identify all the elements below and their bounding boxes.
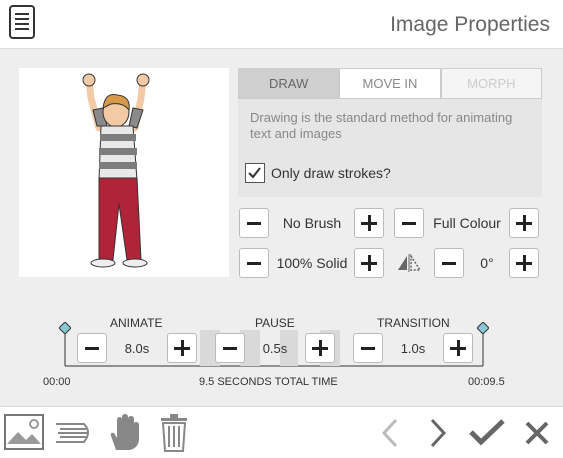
timeline-start-handle[interactable]: [59, 322, 71, 334]
image-preview: [19, 68, 229, 277]
timeline-end-handle[interactable]: [477, 322, 489, 334]
text-lines-icon[interactable]: [54, 418, 94, 448]
plus-icon: [312, 340, 328, 356]
image-icon[interactable]: [4, 414, 44, 450]
plus-icon: [516, 215, 532, 231]
plus-icon: [450, 340, 466, 356]
minus-icon: [247, 221, 261, 225]
forward-arrow-icon[interactable]: [428, 418, 448, 448]
brush-increase-button[interactable]: [354, 208, 384, 238]
transition-value: 1.0s: [400, 341, 426, 356]
only-draw-strokes-label: Only draw strokes?: [271, 165, 391, 181]
rotation-decrease-button[interactable]: [434, 248, 464, 278]
back-arrow-icon[interactable]: [380, 418, 400, 448]
tab-move-in[interactable]: MOVE IN: [339, 68, 441, 99]
opacity-value: 100% Solid: [276, 255, 348, 271]
colour-increase-button[interactable]: [509, 208, 539, 238]
tab-draw[interactable]: DRAW: [238, 68, 340, 99]
opacity-decrease-button[interactable]: [239, 248, 269, 278]
timeline-start-time: 00:00: [43, 376, 71, 388]
minus-icon: [402, 221, 416, 225]
method-description: Drawing is the standard method for anima…: [250, 110, 513, 141]
only-draw-strokes-checkbox[interactable]: [245, 163, 265, 183]
transition-decrease-button[interactable]: [353, 333, 383, 363]
colour-value: Full Colour: [433, 215, 501, 231]
trash-icon[interactable]: [160, 414, 188, 452]
animate-label: ANIMATE: [110, 316, 163, 330]
transition-increase-button[interactable]: [443, 333, 473, 363]
pause-increase-button[interactable]: [305, 333, 335, 363]
transition-label: TRANSITION: [377, 316, 450, 330]
tab-morph: MORPH: [440, 68, 542, 99]
animate-decrease-button[interactable]: [77, 333, 107, 363]
menu-icon[interactable]: [9, 5, 35, 39]
header-bar: Image Properties: [0, 0, 563, 49]
plus-icon: [361, 255, 377, 271]
brush-value: No Brush: [282, 215, 342, 231]
plus-icon: [174, 340, 190, 356]
close-icon[interactable]: [524, 420, 550, 446]
pause-label: PAUSE: [255, 316, 295, 330]
colour-decrease-button[interactable]: [394, 208, 424, 238]
minus-icon: [442, 261, 456, 265]
page-title: Image Properties: [390, 13, 550, 36]
confirm-check-icon[interactable]: [469, 418, 505, 446]
animate-increase-button[interactable]: [167, 333, 197, 363]
minus-icon: [247, 261, 261, 265]
plus-icon: [516, 255, 532, 271]
minus-icon: [85, 346, 99, 350]
total-time-label: 9.5 SECONDS TOTAL TIME: [199, 376, 338, 388]
checkmark-icon: [248, 167, 261, 179]
animate-value: 8.0s: [124, 341, 150, 356]
plus-icon: [361, 215, 377, 231]
minus-icon: [361, 346, 375, 350]
rotation-value: 0°: [480, 255, 494, 271]
pause-decrease-button[interactable]: [215, 333, 245, 363]
pause-value: 0.5s: [262, 341, 288, 356]
hand-icon[interactable]: [108, 414, 140, 452]
flip-icon[interactable]: [396, 253, 422, 272]
rotation-increase-button[interactable]: [509, 248, 539, 278]
timeline-end-time: 00:09.5: [468, 376, 505, 388]
character-figure: [82, 73, 150, 268]
mode-tabs: DRAW MOVE IN MORPH: [238, 68, 542, 99]
opacity-increase-button[interactable]: [354, 248, 384, 278]
minus-icon: [223, 346, 237, 350]
brush-decrease-button[interactable]: [239, 208, 269, 238]
